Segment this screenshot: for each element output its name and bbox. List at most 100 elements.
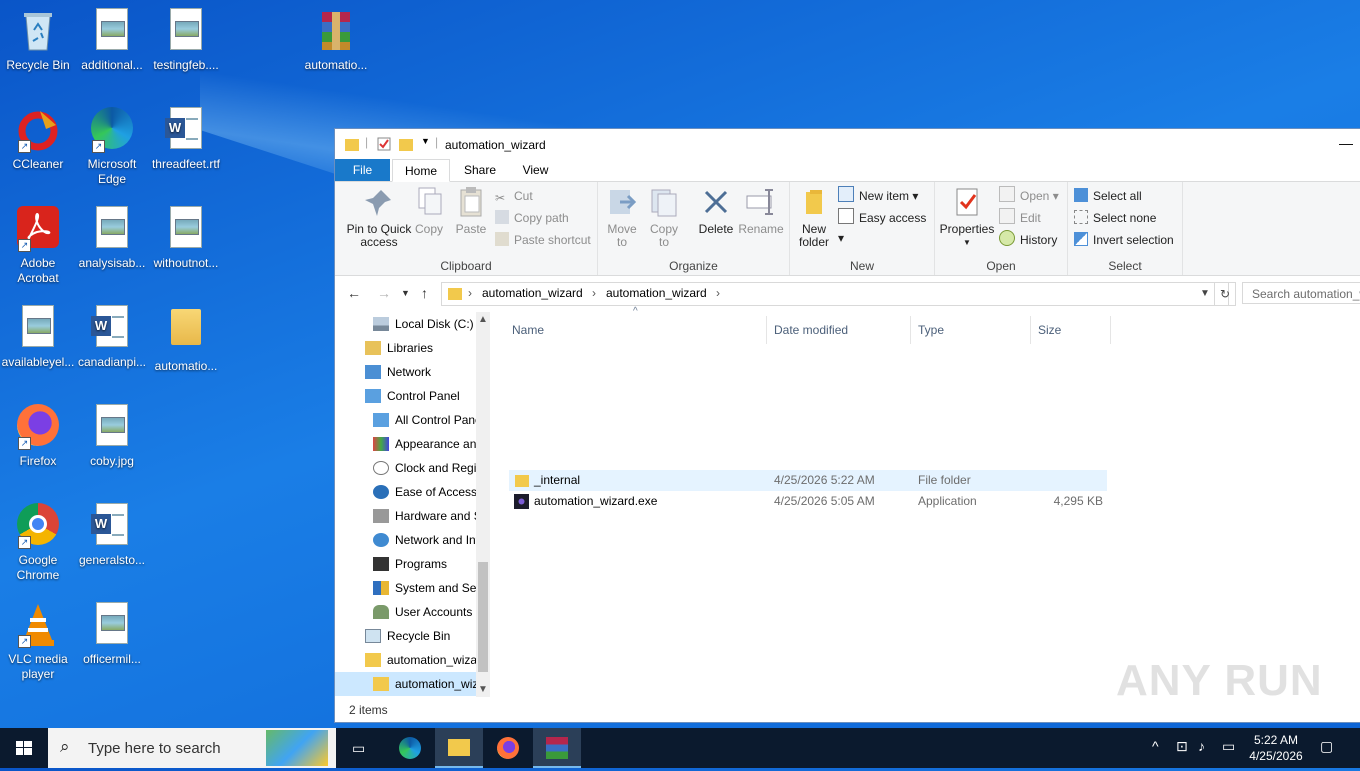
desktop-icon-file[interactable]: coby.jpg (74, 404, 150, 469)
button-label: Delete (698, 222, 734, 236)
column-header-size[interactable]: Size (1031, 316, 1111, 344)
desktop-icon-winrar-archive[interactable]: automatio... (298, 8, 374, 73)
breadcrumb-segment[interactable]: automation_wizard (482, 286, 583, 300)
notifications-icon[interactable]: ▢ (1320, 738, 1333, 755)
taskbar-firefox[interactable] (484, 728, 532, 768)
button-label: Easy access (859, 211, 927, 225)
open-button[interactable]: Open ▾ (999, 186, 1059, 206)
desktop-icon-acrobat[interactable]: ↗ Adobe Acrobat (0, 206, 76, 286)
desktop-icon-recycle-bin[interactable]: Recycle Bin (0, 8, 76, 73)
tab-home[interactable]: Home (392, 159, 450, 182)
column-header-name[interactable]: Name (505, 316, 767, 344)
search-input[interactable]: Search automation_wizard (1242, 282, 1360, 304)
show-hidden-icons-chevron-icon[interactable]: ^ (1152, 738, 1159, 754)
nav-item-programs[interactable]: Programs (373, 552, 447, 576)
desktop-icon-file[interactable]: analysisab... (74, 206, 150, 271)
minimize-button[interactable]: — (1339, 135, 1353, 151)
desktop-icon-file[interactable]: additional... (74, 8, 150, 73)
copy-button[interactable]: Copy (411, 186, 447, 236)
task-view-button[interactable]: ▭ (336, 728, 384, 768)
nav-item-network[interactable]: Network (365, 360, 431, 384)
new-item-button[interactable]: New item ▾ (838, 186, 918, 206)
nav-item-control-panel[interactable]: Control Panel (365, 384, 460, 408)
nav-item-clock-region[interactable]: Clock and Region (373, 456, 490, 480)
tab-share[interactable]: Share (455, 159, 505, 181)
taskbar-winrar[interactable] (533, 728, 581, 768)
nav-item-system-security[interactable]: System and Security (373, 576, 490, 600)
invert-selection-button[interactable]: Invert selection (1074, 230, 1174, 250)
nav-item-recycle-bin[interactable]: Recycle Bin (365, 624, 450, 648)
volume-icon[interactable]: ♪ (1198, 738, 1205, 754)
desktop-icon-file[interactable]: W generalsto... (74, 503, 150, 568)
nav-item-automation-wizard[interactable]: automation_wizard (365, 648, 488, 672)
taskbar-search-box[interactable]: ⌕ Type here to search (48, 728, 336, 768)
recent-locations-chevron-icon[interactable]: ▼ (401, 288, 410, 298)
forward-arrow-icon[interactable]: → (377, 285, 391, 301)
file-row-internal[interactable]: _internal 4/25/2026 5:22 AM File folder (509, 470, 1107, 491)
column-header-date-modified[interactable]: Date modified (767, 316, 911, 344)
nav-item-network-internet[interactable]: Network and Internet (373, 528, 490, 552)
scrollbar-thumb[interactable] (478, 562, 488, 672)
desktop-icon-file[interactable]: testingfeb.... (148, 8, 224, 73)
desktop-icon-firefox[interactable]: ↗ Firefox (0, 404, 76, 469)
taskbar-edge[interactable] (386, 728, 434, 768)
desktop-icon-file[interactable]: W canadianpi... (74, 305, 150, 370)
desktop-icon-label: Recycle Bin (6, 58, 70, 72)
address-box[interactable]: › automation_wizard › automation_wizard … (441, 282, 1229, 306)
network-status-icon[interactable]: ⊡ (1176, 738, 1188, 755)
properties-quick-icon[interactable] (377, 137, 391, 154)
nav-item-all-control-panel[interactable]: All Control Panel Items (373, 408, 490, 432)
copy-to-button[interactable]: Copy to (646, 186, 682, 249)
back-arrow-icon[interactable]: ← (347, 285, 361, 301)
nav-item-local-disk[interactable]: Local Disk (C:) (373, 312, 474, 336)
desktop-icon-edge[interactable]: ↗ Microsoft Edge (74, 107, 150, 187)
desktop-icon-folder[interactable]: automatio... (148, 305, 224, 374)
desktop-icon-chrome[interactable]: ↗ Google Chrome (0, 503, 76, 583)
desktop-icon-file[interactable]: availableyel... (0, 305, 76, 370)
desktop-icon-file[interactable]: withoutnot... (148, 206, 224, 271)
network-icon[interactable]: ▭ (1222, 738, 1235, 755)
nav-item-appearance[interactable]: Appearance and Personalization (373, 432, 490, 456)
cut-button[interactable]: ✂ Cut (495, 186, 533, 206)
start-button[interactable] (0, 728, 48, 768)
move-to-button[interactable]: Move to (604, 186, 640, 249)
nav-item-hardware-sound[interactable]: Hardware and Sound (373, 504, 490, 528)
system-clock[interactable]: 5:22 AM 4/25/2026 (1240, 732, 1312, 764)
pin-to-quick-access-button[interactable]: Pin to Quick access (341, 186, 417, 249)
delete-button[interactable]: Delete (694, 186, 738, 236)
new-folder-quick-icon[interactable] (399, 137, 413, 154)
nav-item-automation-wizard-selected[interactable]: automation_wizard (335, 672, 490, 696)
address-dropdown-chevron-icon[interactable]: ▼ (1200, 288, 1210, 299)
nav-item-ease-of-access[interactable]: Ease of Access (373, 480, 477, 504)
file-row-automation-wizard-exe[interactable]: automation_wizard.exe 4/25/2026 5:05 AM … (509, 491, 1107, 512)
nav-item-user-accounts[interactable]: User Accounts (373, 600, 472, 624)
scroll-down-icon[interactable]: ▼ (478, 684, 488, 695)
breadcrumb-segment[interactable]: automation_wizard (606, 286, 707, 300)
navigation-scrollbar[interactable]: ▲ ▼ (476, 312, 490, 697)
paste-shortcut-button[interactable]: Paste shortcut (495, 230, 591, 250)
select-all-button[interactable]: Select all (1074, 186, 1142, 206)
customize-quick-access-icon[interactable]: ▼ (421, 136, 430, 146)
desktop-icon-ccleaner[interactable]: ↗ CCleaner (0, 107, 76, 172)
desktop-icon-vlc[interactable]: ↗ VLC media player (0, 602, 76, 682)
desktop-icon-file[interactable]: officermil... (74, 602, 150, 667)
edit-button[interactable]: Edit (999, 208, 1041, 228)
new-folder-button[interactable]: New folder (794, 186, 834, 249)
desktop-icon-label: officermil... (83, 652, 141, 666)
select-none-button[interactable]: Select none (1074, 208, 1156, 228)
taskbar-file-explorer[interactable] (435, 728, 483, 768)
tab-view[interactable]: View (513, 159, 558, 181)
copy-path-button[interactable]: Copy path (495, 208, 569, 228)
rename-button[interactable]: Rename (738, 186, 784, 236)
paste-button[interactable]: Paste (453, 186, 489, 236)
scroll-up-icon[interactable]: ▲ (478, 314, 488, 325)
refresh-icon[interactable]: ↻ (1214, 282, 1236, 306)
nav-item-libraries[interactable]: Libraries (365, 336, 433, 360)
column-header-type[interactable]: Type (911, 316, 1031, 344)
desktop-icon-file[interactable]: W threadfeet.rtf (148, 107, 224, 172)
tab-file[interactable]: File (335, 159, 390, 181)
up-arrow-icon[interactable]: ↑ (421, 285, 428, 301)
easy-access-button[interactable]: Easy access ▾ (838, 208, 934, 245)
properties-button[interactable]: Properties ▼ (939, 186, 995, 249)
history-button[interactable]: History (999, 230, 1057, 250)
